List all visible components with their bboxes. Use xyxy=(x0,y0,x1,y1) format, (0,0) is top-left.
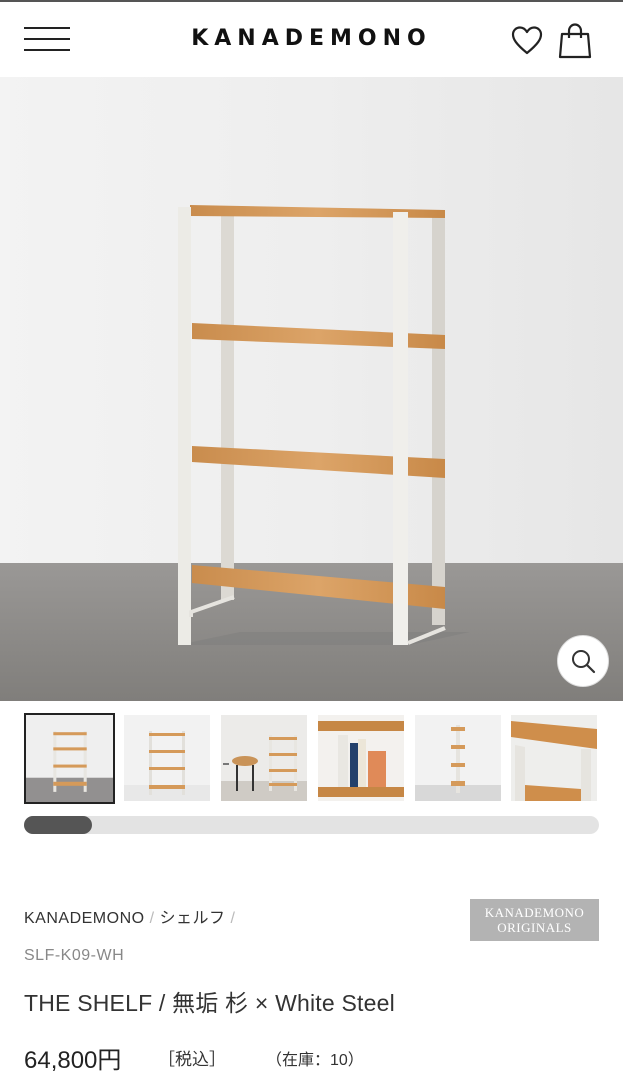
shopping-bag-icon[interactable] xyxy=(558,22,592,60)
breadcrumb-brand[interactable]: KANADEMONO xyxy=(24,910,145,927)
badge-line-2: ORIGINALS xyxy=(497,920,572,935)
tax-label: ［税込］ xyxy=(158,1050,226,1069)
thumbnail-4[interactable] xyxy=(318,715,404,801)
breadcrumb-separator: / xyxy=(230,910,236,927)
thumbnail-3[interactable] xyxy=(221,715,307,801)
shelf-photo xyxy=(0,77,623,701)
breadcrumb: KANADEMONO / シェルフ / xyxy=(24,904,241,928)
gallery-scrollbar-thumb[interactable] xyxy=(24,816,92,834)
thumbnail-strip xyxy=(24,713,604,805)
product-sku: SLF-K09-WH xyxy=(24,947,125,964)
product-price: 64,800円 xyxy=(24,1047,122,1074)
site-header: KANADEMONO xyxy=(0,2,623,77)
gallery-scrollbar-track[interactable] xyxy=(24,816,599,834)
thumbnail-1[interactable] xyxy=(24,713,115,804)
thumbnail-2[interactable] xyxy=(124,715,210,801)
product-main-image[interactable] xyxy=(0,77,623,701)
originals-badge: KANADEMONO ORIGINALS xyxy=(470,899,599,941)
heart-icon[interactable] xyxy=(510,24,544,58)
thumbnail-6[interactable] xyxy=(511,715,597,801)
breadcrumb-separator: / xyxy=(149,910,155,927)
product-title: THE SHELF / 無垢 杉 × White Steel xyxy=(24,990,395,1016)
stock-status: （在庫：10） xyxy=(266,1052,364,1069)
breadcrumb-category[interactable]: シェルフ xyxy=(160,910,226,927)
magnifier-icon xyxy=(572,650,596,674)
thumbnail-5[interactable] xyxy=(415,715,501,801)
badge-line-1: KANADEMONO xyxy=(484,905,585,920)
zoom-button[interactable] xyxy=(557,635,609,687)
